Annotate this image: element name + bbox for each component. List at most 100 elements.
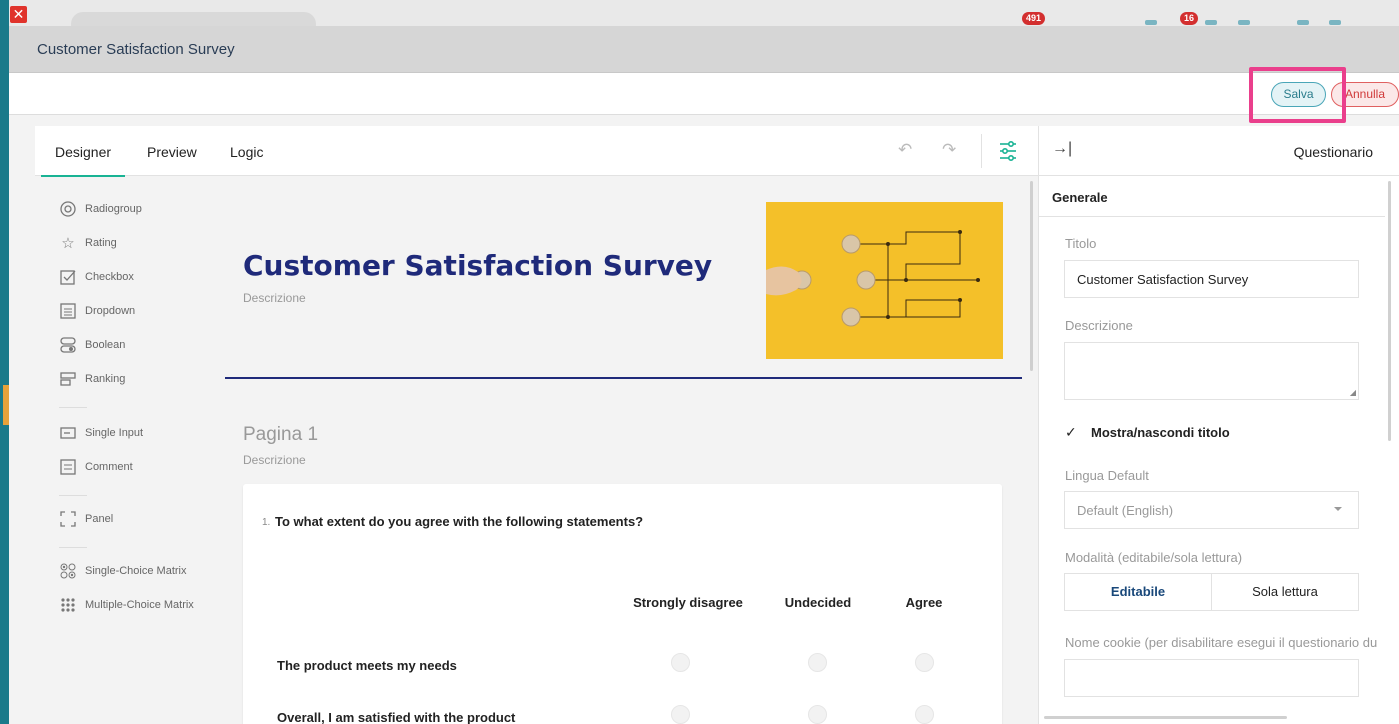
checkbox-icon (59, 268, 77, 286)
notification-badge: 16 (1180, 12, 1199, 25)
mode-label: Modalità (editabile/sola lettura) (1065, 550, 1243, 565)
toolbox-item-rating[interactable]: ☆ Rating (59, 232, 117, 254)
toolbox-item-label: Single-Choice Matrix (85, 565, 187, 577)
cookie-label: Nome cookie (per disabilitare esegui il … (1065, 635, 1378, 650)
resize-grip-icon[interactable]: ◢ (1350, 388, 1356, 397)
survey-description[interactable]: Descrizione (243, 291, 306, 305)
toolbox-item-label: Multiple-Choice Matrix (85, 599, 194, 611)
toolbox-item-label: Panel (85, 513, 114, 525)
background-topbar-icon (1145, 20, 1157, 25)
undo-icon[interactable]: ↶ (898, 140, 912, 160)
toolbox-item-label: Ranking (85, 373, 126, 385)
background-app-marker (3, 385, 9, 425)
modal-action-bar: Salva Annulla (9, 73, 1399, 115)
toolbox: Radiogroup ☆ Rating Checkbox Dropdown Bo… (35, 177, 220, 724)
page-description[interactable]: Descrizione (243, 453, 306, 467)
question-number: 1. (262, 517, 271, 528)
background-topbar-icon (1297, 20, 1309, 25)
question-title[interactable]: To what extent do you agree with the fol… (275, 514, 643, 529)
mode-readonly-button[interactable]: Sola lettura (1212, 574, 1358, 610)
settings-icon[interactable] (998, 140, 1018, 162)
section-general[interactable]: Generale (1039, 177, 1385, 217)
toolbox-item-checkbox[interactable]: Checkbox (59, 266, 134, 288)
header-divider (225, 377, 1022, 379)
background-app-strip (0, 0, 9, 724)
property-panel-title: Questionario (1293, 144, 1373, 160)
survey-creator: Designer Preview Logic ↶ ↷ Radiogroup ☆ … (35, 126, 1399, 724)
description-label: Descrizione (1065, 318, 1133, 333)
comment-icon (59, 458, 77, 476)
language-select[interactable]: Default (English) (1064, 491, 1359, 529)
show-title-label: Mostra/nascondi titolo (1091, 424, 1230, 440)
close-icon[interactable]: ✕ (10, 6, 27, 23)
panel-horizontal-scrollbar[interactable] (1044, 716, 1287, 719)
dropdown-icon (59, 302, 77, 320)
matrix-radio[interactable] (671, 705, 690, 724)
mode-toggle: Editabile Sola lettura (1064, 573, 1359, 611)
redo-icon[interactable]: ↷ (942, 140, 956, 160)
toolbox-item-panel[interactable]: Panel (59, 508, 113, 530)
background-topbar: 491 16 (9, 0, 1399, 26)
survey-title[interactable]: Customer Satisfaction Survey (243, 249, 712, 282)
toolbox-item-radiogroup[interactable]: Radiogroup (59, 198, 142, 220)
canvas-scrollbar[interactable] (1030, 181, 1033, 371)
toolbox-item-single-input[interactable]: Single Input (59, 422, 143, 444)
toolbox-item-label: Radiogroup (85, 203, 142, 215)
radiogroup-icon (59, 200, 77, 218)
toolbox-separator (59, 547, 87, 548)
page-title[interactable]: Pagina 1 (243, 424, 318, 446)
matrix-radio[interactable] (808, 653, 827, 672)
toolbox-item-label: Boolean (85, 339, 126, 351)
toolbox-item-label: Dropdown (85, 305, 136, 317)
highlight-box (1249, 67, 1346, 123)
background-search-pill (71, 12, 316, 26)
toolbox-item-comment[interactable]: Comment (59, 456, 133, 478)
toolbox-item-label: Rating (85, 237, 117, 249)
property-panel-header: →| Questionario (1039, 126, 1399, 176)
checkmark-icon: ✓ (1065, 424, 1077, 440)
panel-scrollbar[interactable] (1388, 181, 1391, 441)
background-topbar-icon (1238, 20, 1250, 25)
matrix-radio[interactable] (915, 705, 934, 724)
description-textarea[interactable]: ◢ (1064, 342, 1359, 400)
title-input[interactable]: Customer Satisfaction Survey (1064, 260, 1359, 298)
single-input-icon (59, 424, 77, 442)
toolbox-item-ranking[interactable]: Ranking (59, 368, 125, 390)
background-topbar-icon (1329, 20, 1341, 25)
property-panel: →| Questionario Generale Titolo Customer… (1038, 126, 1399, 724)
section-title: Generale (1052, 190, 1108, 205)
star-icon: ☆ (61, 235, 75, 252)
designer-tabs: Designer Preview Logic ↶ ↷ (35, 126, 1038, 177)
design-canvas: Customer Satisfaction Survey Descrizione… (220, 177, 1038, 724)
toolbox-separator (59, 495, 87, 496)
toolbox-item-boolean[interactable]: Boolean (59, 334, 125, 356)
language-value: Default (English) (1077, 503, 1174, 518)
toolbox-item-multi-matrix[interactable]: Multiple-Choice Matrix (59, 594, 194, 616)
toolbox-item-dropdown[interactable]: Dropdown (59, 300, 135, 322)
tab-designer[interactable]: Designer (40, 144, 126, 177)
ranking-icon (59, 370, 77, 388)
collapse-panel-icon[interactable]: →| (1052, 140, 1072, 158)
language-label: Lingua Default (1065, 468, 1149, 483)
toolbox-item-single-matrix[interactable]: Single-Choice Matrix (59, 560, 186, 582)
cookie-input[interactable] (1064, 659, 1359, 697)
chevron-down-icon (1334, 507, 1342, 511)
matrix-radio[interactable] (671, 653, 690, 672)
modal-title-bar: Customer Satisfaction Survey (9, 26, 1399, 73)
tab-separator (981, 134, 982, 168)
tab-logic[interactable]: Logic (230, 144, 263, 160)
background-topbar-icon (1205, 20, 1217, 25)
tab-preview[interactable]: Preview (147, 144, 197, 160)
survey-logo-image[interactable] (766, 202, 1003, 359)
single-matrix-icon (59, 562, 77, 580)
mode-editable-button[interactable]: Editabile (1065, 574, 1212, 610)
matrix-row-label: Overall, I am satisfied with the product (277, 710, 516, 724)
multi-matrix-icon (59, 596, 77, 614)
matrix-column-header: Strongly disagree (633, 595, 743, 610)
matrix-radio[interactable] (915, 653, 934, 672)
toolbox-item-label: Checkbox (85, 271, 134, 283)
matrix-radio[interactable] (808, 705, 827, 724)
notification-badge: 491 (1022, 12, 1046, 25)
question-card[interactable]: 1. To what extent do you agree with the … (243, 484, 1002, 724)
show-title-checkbox[interactable]: ✓ Mostra/nascondi titolo (1065, 424, 1230, 440)
